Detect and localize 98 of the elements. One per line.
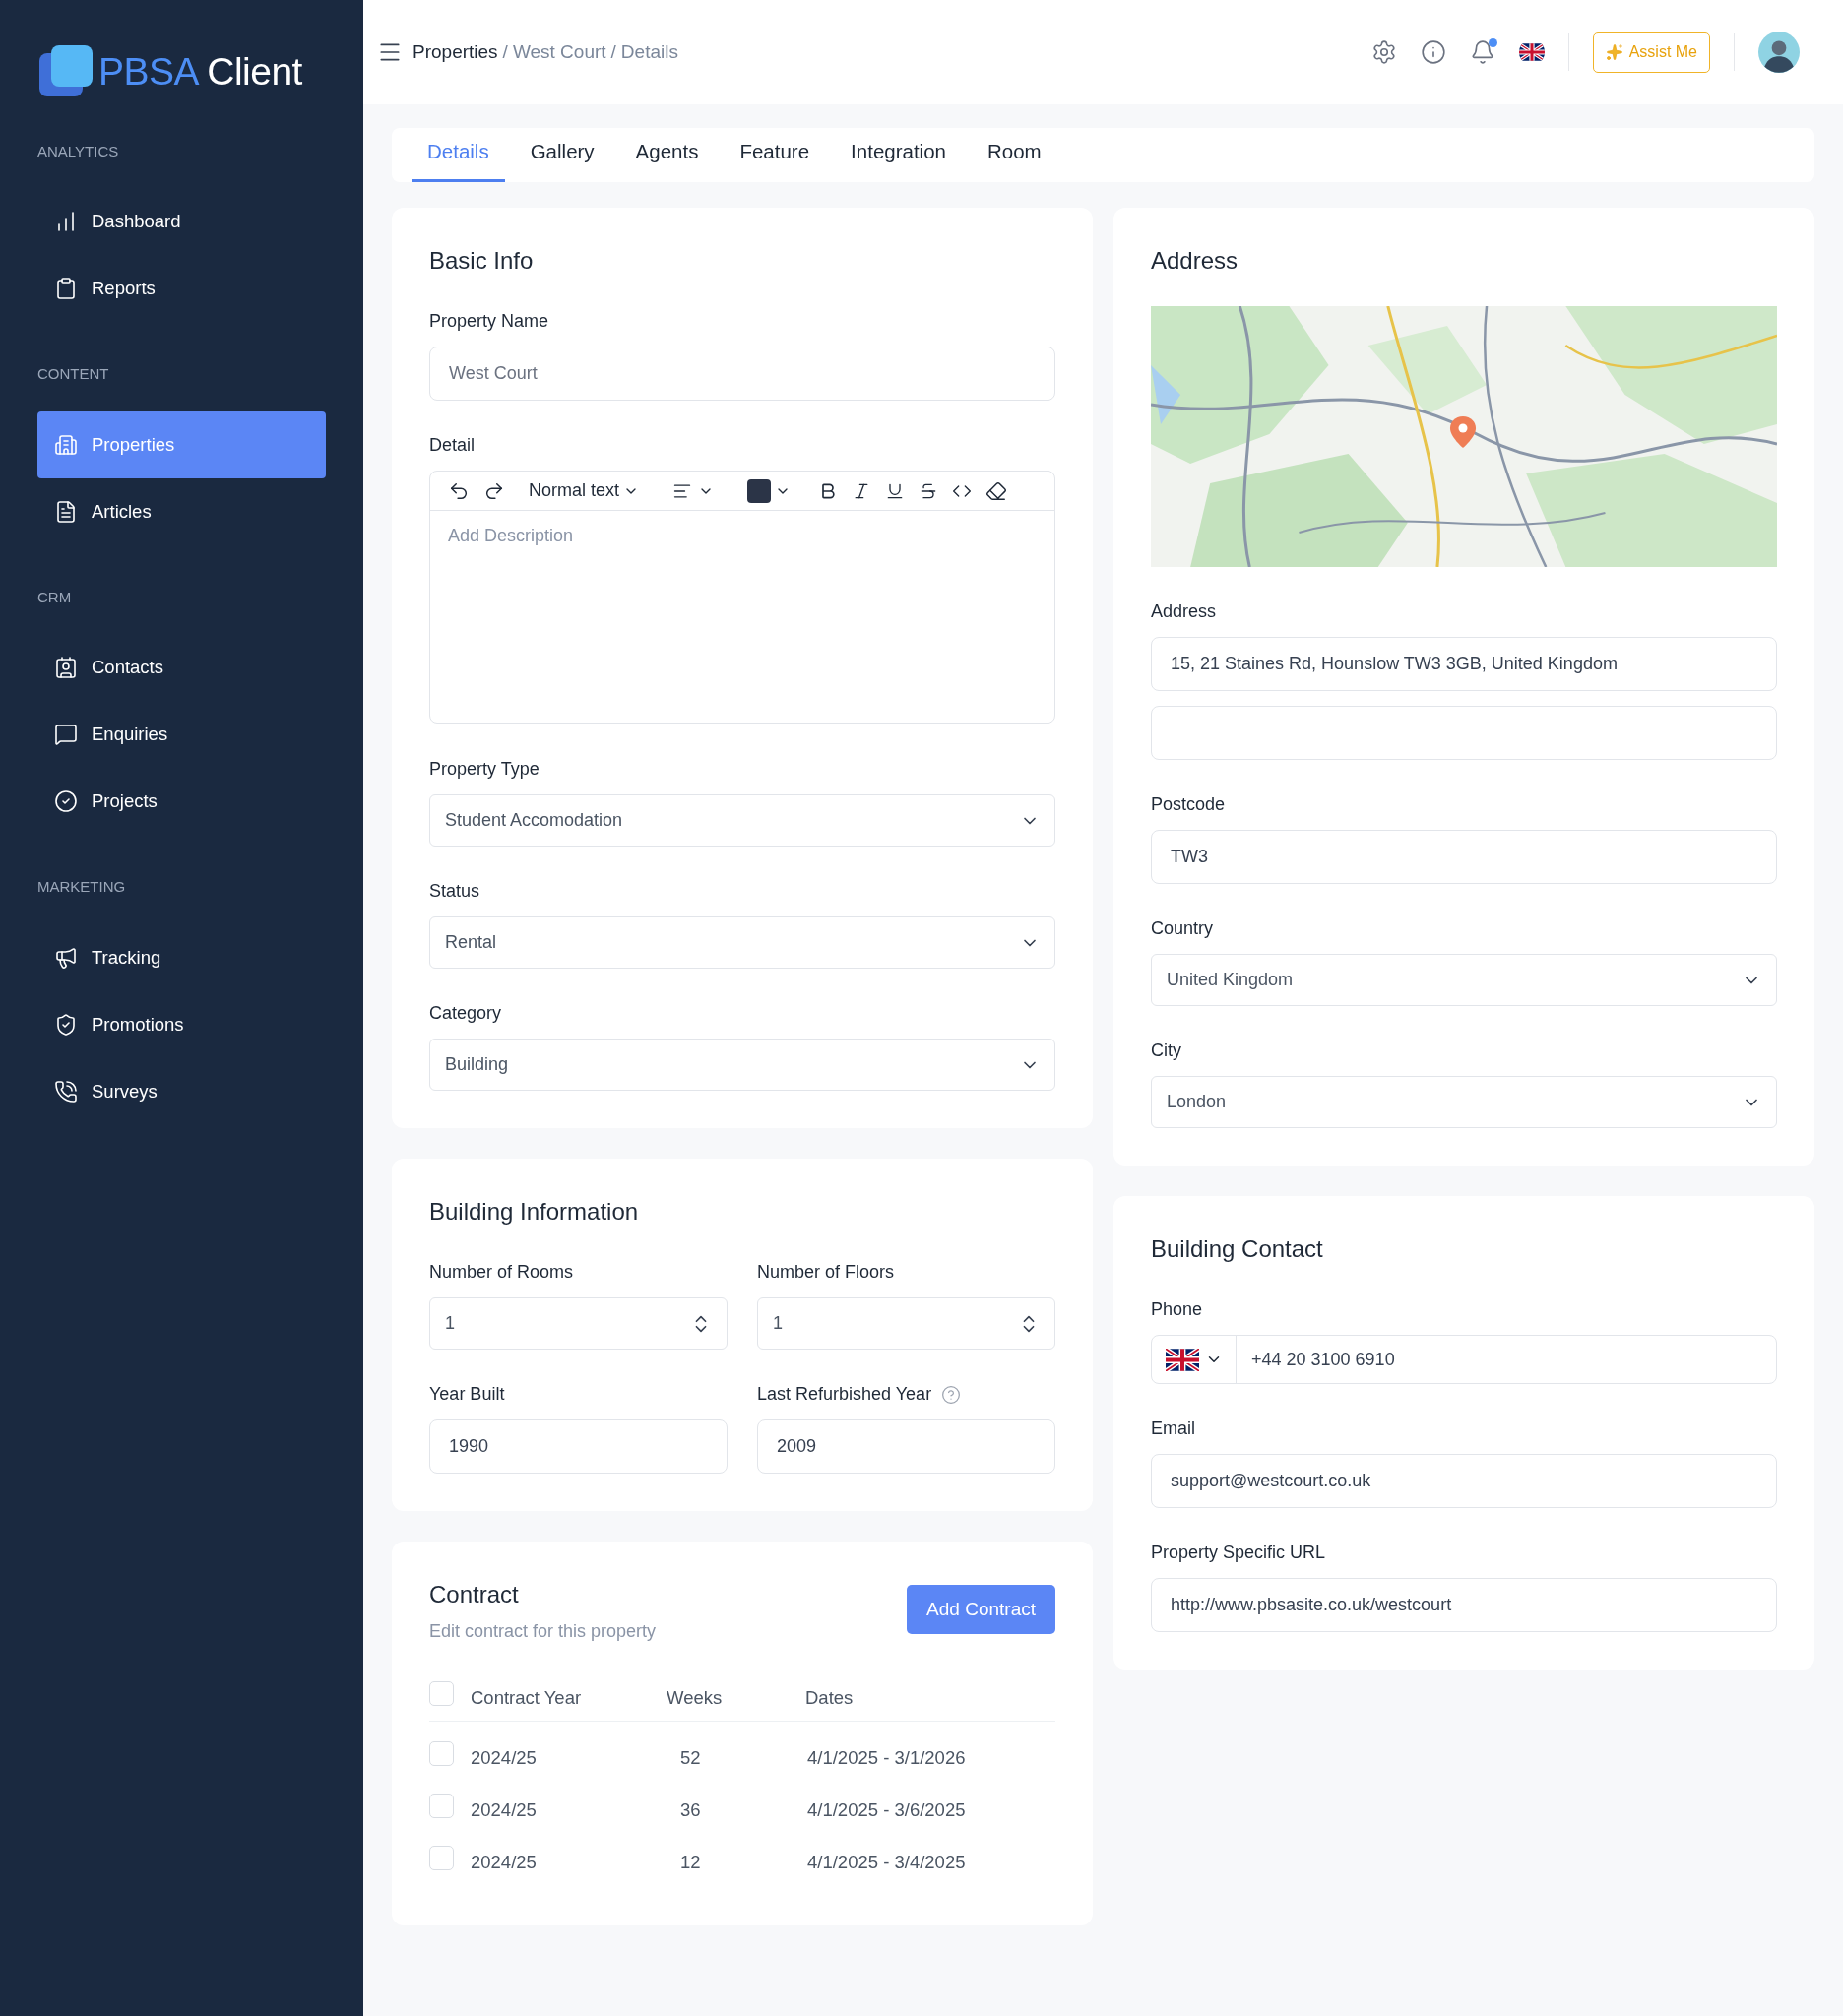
phone-field[interactable]: +44 20 3100 6910 (1151, 1335, 1777, 1384)
text-field[interactable]: 15, 21 Staines Rd, Hounslow TW3 3GB, United Kingdom (1151, 637, 1777, 691)
field-label: Property Specific URL (1151, 1542, 1327, 1564)
nav-item[interactable]: Tracking (37, 923, 326, 991)
table-cell-text: 52 (679, 1745, 702, 1770)
card-subtitle: Edit contract for this property (429, 1620, 657, 1643)
info-icon[interactable] (1420, 39, 1446, 65)
check-circle-icon (54, 789, 78, 813)
color-swatch (747, 478, 772, 503)
field-label: Phone (1151, 1298, 1204, 1321)
select-field[interactable]: Student Accomodation (429, 794, 1055, 847)
text-field[interactable]: TW3 (1151, 830, 1777, 884)
checkbox[interactable] (429, 1681, 454, 1707)
text-field[interactable]: 2009 (757, 1419, 1055, 1474)
text-style-dropdown[interactable]: Normal text (529, 477, 640, 504)
select-field[interactable]: Rental (429, 916, 1055, 969)
column-header: Weeks (667, 1685, 724, 1710)
card-title: Building Information (429, 1197, 640, 1227)
uk-flag-icon (1165, 1348, 1199, 1371)
field-label: Email (1151, 1418, 1196, 1440)
card-title: Address (1151, 246, 1239, 276)
card-title: Basic Info (429, 246, 535, 276)
field-label: Number of Floors (757, 1261, 895, 1284)
nav-item[interactable]: Enquiries (37, 701, 326, 768)
select-field[interactable]: United Kingdom (1151, 954, 1777, 1006)
table-cell-text: 12 (679, 1850, 702, 1874)
checkbox[interactable] (429, 1794, 454, 1819)
section-heading: CONTENT (37, 364, 110, 384)
field-label: Status (429, 880, 481, 903)
column-header: Dates (805, 1685, 854, 1710)
breadcrumb-separator: / (502, 39, 508, 64)
tab[interactable]: Integration (835, 137, 962, 182)
logo-text: PBSA Client (98, 49, 302, 94)
chat-icon (54, 723, 78, 746)
checkbox[interactable] (429, 1846, 454, 1871)
section-heading: MARKETING (37, 877, 127, 897)
text-field[interactable]: support@westcourt.co.uk (1151, 1454, 1777, 1508)
table-cell-text: 2024/25 (471, 1850, 538, 1874)
tab[interactable]: Feature (724, 137, 826, 182)
field-label: Address (1151, 600, 1218, 623)
nav-item[interactable]: Contacts (37, 634, 326, 701)
text-field[interactable]: West Court (429, 346, 1055, 401)
clipboard-icon (54, 277, 78, 300)
field-label: Property Type (429, 758, 540, 781)
nav-item[interactable]: Projects (37, 768, 326, 835)
settings-icon[interactable] (1370, 39, 1397, 65)
breadcrumb-link[interactable]: Properties (413, 37, 498, 67)
card-title: Contract (429, 1580, 520, 1609)
tab[interactable]: Gallery (514, 137, 610, 182)
text-field[interactable]: http://www.pbsasite.co.uk/westcourt (1151, 1578, 1777, 1632)
field-label: City (1151, 1040, 1182, 1062)
table-cell-text: 4/1/2025 - 3/1/2026 (807, 1745, 966, 1770)
avatar[interactable] (1758, 32, 1800, 73)
tab[interactable]: Room (971, 137, 1057, 182)
field-label: Detail (429, 434, 477, 457)
breadcrumb-separator: / (610, 39, 616, 64)
checkbox[interactable] (429, 1741, 454, 1767)
section-heading: CRM (37, 587, 73, 607)
editor-placeholder: Add Description (448, 526, 574, 545)
field-label: Category (429, 1002, 503, 1025)
breadcrumb-link[interactable]: West Court (512, 37, 606, 67)
document-icon (54, 499, 78, 524)
sparkle-icon (1605, 43, 1623, 61)
field-label: Country (1151, 917, 1215, 940)
eraser-icon[interactable] (985, 479, 1008, 502)
text-field[interactable] (1151, 706, 1777, 760)
tab[interactable]: Details (412, 137, 505, 182)
megaphone-icon (54, 945, 78, 970)
table-cell-text: 36 (679, 1797, 702, 1822)
number-field[interactable]: 1 (757, 1297, 1055, 1350)
column-header: Contract Year (471, 1685, 583, 1710)
contact-card-icon (54, 656, 78, 679)
table-cell-text: 4/1/2025 - 3/6/2025 (807, 1797, 966, 1822)
rich-text-editor[interactable]: Normal text Add Description (429, 471, 1055, 724)
table-cell-text: 2024/25 (471, 1745, 538, 1770)
field-label: Year Built (429, 1383, 505, 1406)
table-cell-text: 4/1/2025 - 3/4/2025 (807, 1850, 966, 1874)
phone-icon (54, 1079, 78, 1103)
table-cell-text: 2024/25 (471, 1797, 538, 1822)
shield-icon (54, 1012, 78, 1037)
field-label: Property Name (429, 310, 550, 333)
field-label: Postcode (1151, 793, 1227, 816)
card-title: Building Contact (1151, 1234, 1324, 1264)
nav-item[interactable]: Surveys (37, 1057, 326, 1125)
field-label: Number of Rooms (429, 1261, 574, 1284)
nav-item[interactable]: Promotions (37, 990, 326, 1058)
text-field[interactable]: 1990 (429, 1419, 728, 1474)
number-field[interactable]: 1 (429, 1297, 728, 1350)
section-heading: ANALYTICS (37, 141, 120, 161)
nav-item[interactable]: Reports (37, 255, 326, 322)
nav-item[interactable]: Articles (37, 477, 326, 545)
tab[interactable]: Agents (619, 137, 715, 182)
field-label: Last Refurbished Year (757, 1383, 932, 1406)
nav-item[interactable]: Dashboard (37, 188, 326, 255)
select-field[interactable]: London (1151, 1076, 1777, 1128)
breadcrumb-link[interactable]: Details (620, 37, 678, 67)
select-field[interactable]: Building (429, 1039, 1055, 1091)
building-icon (54, 432, 78, 457)
